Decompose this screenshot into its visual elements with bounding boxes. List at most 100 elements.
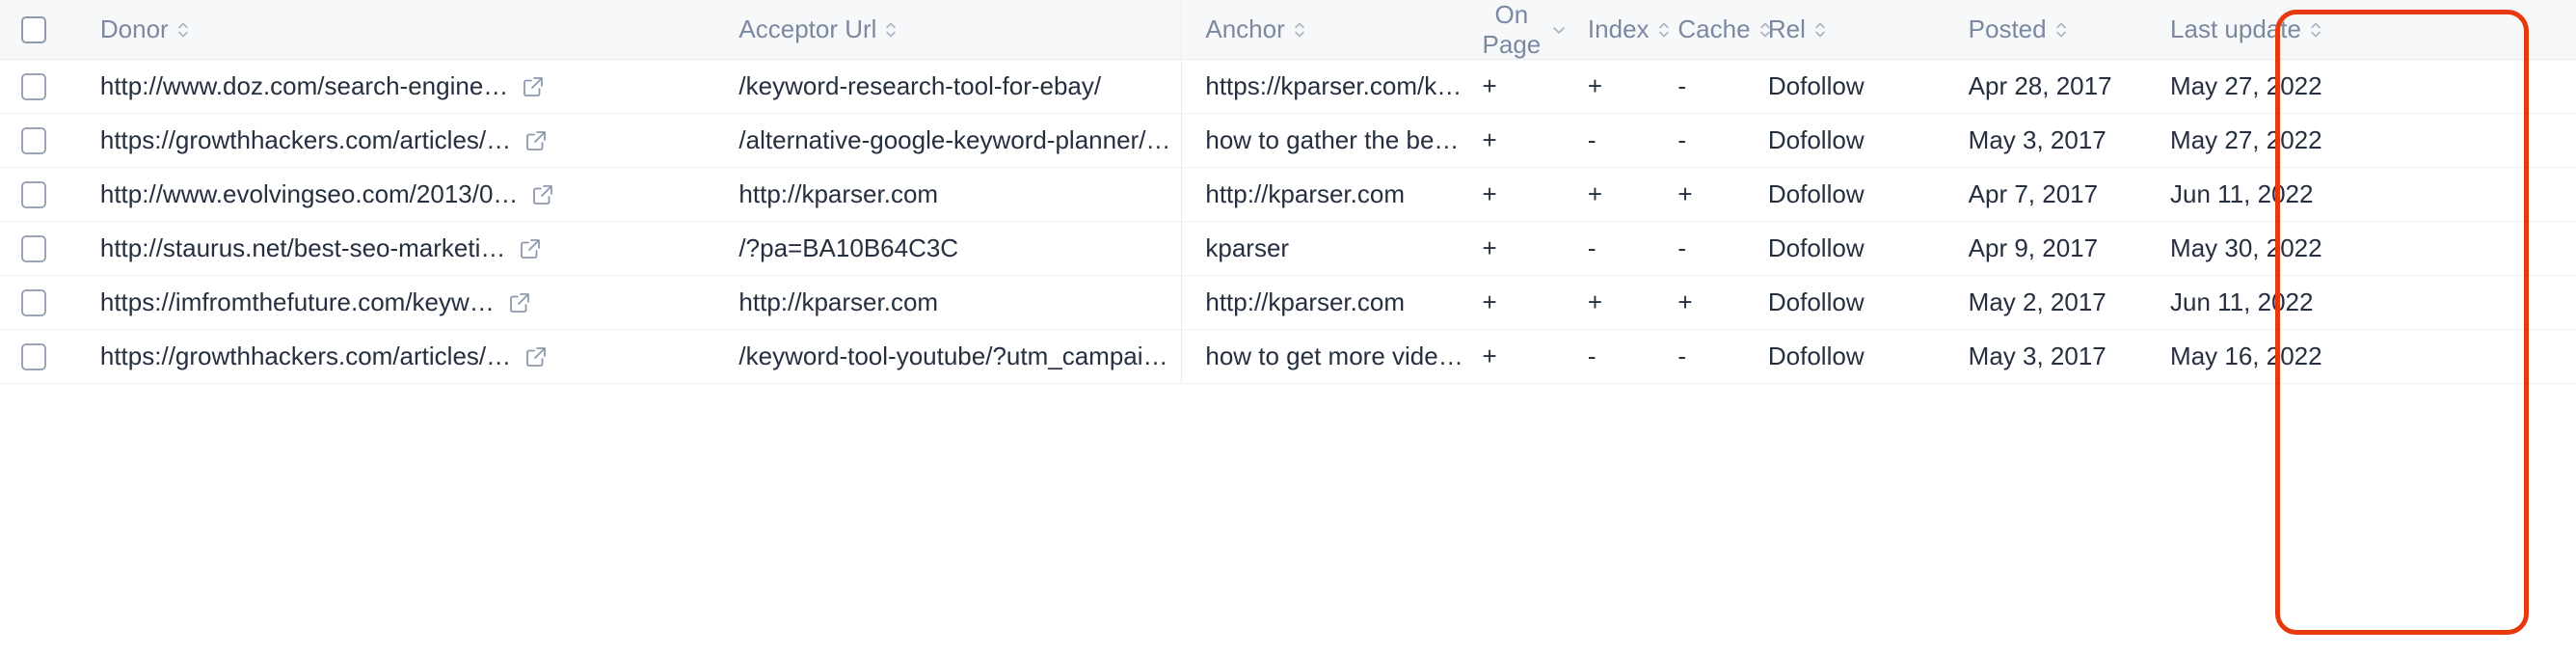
acceptor-url-text: /keyword-research-tool-for-ebay/ [738, 71, 1102, 101]
donor-url[interactable]: https://growthhackers.com/articles/… [100, 342, 511, 371]
table-row[interactable]: http://www.evolvingseo.com/2013/0… http:/… [0, 167, 2576, 223]
table-row[interactable]: http://www.doz.com/search-engine… /keywor… [0, 59, 2576, 115]
column-header-on-page[interactable]: On Page [1482, 0, 1570, 61]
row-checkbox[interactable] [21, 342, 46, 370]
external-link-icon[interactable] [524, 345, 548, 369]
rel-cell: Dofollow [1750, 221, 1951, 277]
sort-icon[interactable] [1814, 17, 1826, 42]
column-header-donor[interactable]: Donor [99, 0, 682, 61]
rel-value: Dofollow [1767, 179, 1865, 209]
column-header-acceptor-url[interactable]: Acceptor Url [681, 0, 1182, 61]
table-row[interactable]: https://growthhackers.com/articles/… /key… [0, 329, 2576, 385]
row-select-cell [0, 59, 100, 115]
tail-cell [2441, 275, 2576, 331]
last-update-cell: May 16, 2022 [2141, 329, 2442, 385]
posted-cell: Apr 28, 2017 [1950, 59, 2142, 115]
donor-url[interactable]: http://www.doz.com/search-engine… [100, 71, 508, 101]
posted-cell: May 2, 2017 [1950, 275, 2142, 331]
cache-value: - [1677, 71, 1687, 101]
sort-icon[interactable] [2055, 17, 2067, 42]
tail-cell [2441, 167, 2576, 223]
row-checkbox[interactable] [21, 180, 46, 208]
acceptor-url-cell: http://kparser.com [681, 167, 1182, 223]
column-header-posted-label: Posted [1968, 14, 2047, 44]
donor-url[interactable]: https://imfromthefuture.com/keyw… [100, 287, 495, 317]
row-checkbox[interactable] [21, 72, 46, 100]
table-row[interactable]: https://imfromthefuture.com/keyw… http://… [0, 275, 2576, 331]
external-link-icon[interactable] [524, 129, 548, 152]
posted-date: May 2, 2017 [1968, 287, 2106, 317]
last-update-cell: May 27, 2022 [2141, 113, 2442, 169]
last-update-date: May 27, 2022 [2170, 71, 2322, 101]
acceptor-url-cell: /keyword-tool-youtube/?utm_campai… [681, 329, 1182, 385]
anchor-cell: how to gather the be… [1181, 113, 1483, 169]
on-page-cell: + [1482, 221, 1570, 277]
external-link-icon[interactable] [519, 237, 542, 260]
column-header-anchor[interactable]: Anchor [1181, 0, 1483, 61]
column-header-posted[interactable]: Posted [1950, 0, 2142, 61]
cache-cell: - [1660, 113, 1751, 169]
posted-date: Apr 9, 2017 [1968, 233, 2099, 263]
posted-date: Apr 28, 2017 [1968, 71, 2112, 101]
cache-cell: + [1660, 167, 1751, 223]
last-update-cell: May 27, 2022 [2141, 59, 2442, 115]
donor-url[interactable]: http://www.evolvingseo.com/2013/0… [100, 179, 519, 209]
chevron-down-icon[interactable] [1549, 20, 1569, 40]
row-select-cell [0, 329, 100, 385]
sort-icon[interactable] [2310, 17, 2321, 42]
column-header-rel-label: Rel [1767, 14, 1806, 44]
external-link-icon[interactable] [522, 75, 545, 98]
tail-cell [2441, 113, 2576, 169]
external-link-icon[interactable] [508, 291, 531, 314]
anchor-text: https://kparser.com/k… [1205, 71, 1462, 101]
column-header-index-label: Index [1587, 14, 1650, 44]
sort-icon[interactable] [177, 17, 189, 42]
table-row[interactable]: https://growthhackers.com/articles/… /alt… [0, 113, 2576, 169]
index-value: + [1587, 287, 1603, 317]
column-header-cache-label: Cache [1677, 14, 1751, 44]
rel-cell: Dofollow [1750, 167, 1951, 223]
row-checkbox[interactable] [21, 234, 46, 262]
select-all-checkbox[interactable] [21, 15, 46, 43]
tail-cell [2441, 59, 2576, 115]
posted-date: Apr 7, 2017 [1968, 179, 2099, 209]
row-checkbox[interactable] [21, 126, 46, 154]
acceptor-url-text: http://kparser.com [738, 287, 939, 317]
external-link-icon[interactable] [531, 183, 554, 206]
tail-cell [2441, 329, 2576, 385]
table-row[interactable]: http://staurus.net/best-seo-marketi… /?pa… [0, 221, 2576, 277]
last-update-date: Jun 11, 2022 [2170, 179, 2314, 209]
cache-value: - [1677, 342, 1687, 371]
sort-icon[interactable] [885, 17, 897, 42]
column-header-last-update-label: Last update [2170, 14, 2301, 44]
posted-cell: May 3, 2017 [1950, 113, 2142, 169]
acceptor-url-text: /keyword-tool-youtube/?utm_campai… [738, 342, 1168, 371]
index-value: - [1587, 233, 1597, 263]
donor-url[interactable]: http://staurus.net/best-seo-marketi… [100, 233, 506, 263]
rel-value: Dofollow [1767, 71, 1865, 101]
posted-cell: Apr 9, 2017 [1950, 221, 2142, 277]
index-cell: + [1570, 59, 1661, 115]
column-header-index[interactable]: Index [1570, 0, 1669, 61]
on-page-cell: + [1482, 113, 1570, 169]
on-page-value: + [1482, 287, 1497, 317]
posted-date: May 3, 2017 [1968, 342, 2106, 371]
anchor-text: how to gather the be… [1205, 125, 1460, 155]
index-value: + [1587, 71, 1603, 101]
column-header-cache[interactable]: Cache [1660, 0, 1770, 61]
cache-cell: - [1660, 59, 1751, 115]
sort-icon[interactable] [1658, 17, 1670, 42]
column-header-acceptor-url-label: Acceptor Url [738, 14, 877, 44]
cache-value: - [1677, 125, 1687, 155]
sort-icon[interactable] [1294, 17, 1305, 42]
donor-cell: https://growthhackers.com/articles/… [99, 113, 682, 169]
row-checkbox[interactable] [21, 288, 46, 316]
column-header-rel[interactable]: Rel [1750, 0, 1951, 61]
index-cell: - [1570, 221, 1661, 277]
last-update-cell: Jun 11, 2022 [2141, 167, 2442, 223]
donor-url[interactable]: https://growthhackers.com/articles/… [100, 125, 511, 155]
row-select-cell [0, 113, 100, 169]
on-page-value: + [1482, 342, 1497, 371]
column-header-last-update[interactable]: Last update [2141, 0, 2442, 61]
on-page-cell: + [1482, 59, 1570, 115]
